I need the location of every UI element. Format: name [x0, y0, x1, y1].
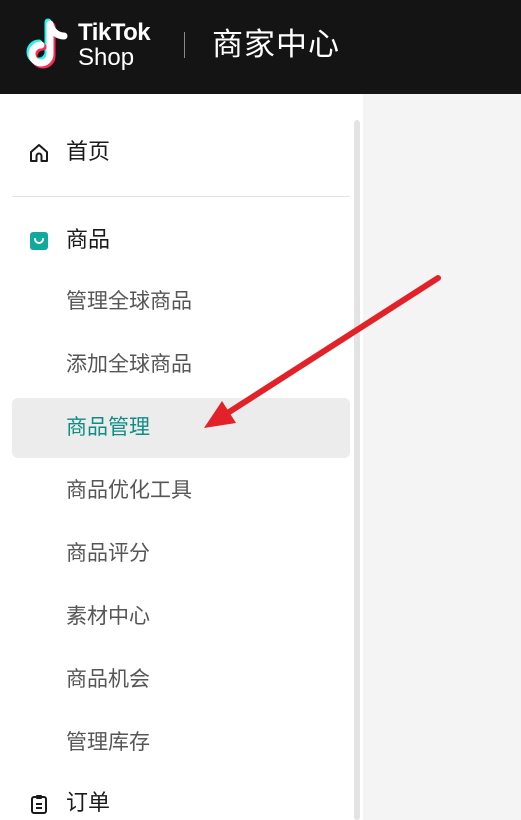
sidebar-item-material-center[interactable]: 素材中心: [12, 587, 350, 647]
sidebar-item-product-management[interactable]: 商品管理: [12, 398, 350, 458]
home-icon: [28, 142, 50, 164]
clipboard-icon: [28, 793, 50, 815]
sidebar-group-products-label: 商品: [66, 228, 111, 253]
sidebar-item-home-label: 首页: [66, 140, 111, 165]
sidebar-item-add-global-products[interactable]: 添加全球商品: [12, 335, 350, 395]
sidebar-item-home[interactable]: 首页: [12, 124, 350, 182]
sidebar-item-label: 商品评分: [66, 541, 150, 565]
sidebar-group-orders[interactable]: 订单: [12, 775, 350, 820]
page-title: 商家中心: [212, 27, 340, 63]
sidebar-item-label: 管理库存: [66, 730, 150, 754]
sidebar-item-label: 商品管理: [66, 415, 150, 439]
sidebar-group-products[interactable]: 商品: [12, 212, 350, 270]
header-divider: [184, 32, 185, 58]
sidebar-item-label: 添加全球商品: [66, 352, 192, 376]
sidebar-item-product-optimization-tools[interactable]: 商品优化工具: [12, 461, 350, 521]
sidebar-item-label: 商品优化工具: [66, 478, 192, 502]
tiktok-logo-icon: [26, 18, 68, 69]
sidebar-item-product-rating[interactable]: 商品评分: [12, 524, 350, 584]
sidebar-item-label: 管理全球商品: [66, 289, 192, 313]
nav-divider: [12, 196, 350, 197]
sidebar-item-manage-global-products[interactable]: 管理全球商品: [12, 272, 350, 332]
sidebar-scrollbar[interactable]: [354, 120, 360, 820]
sidebar-item-product-opportunities[interactable]: 商品机会: [12, 650, 350, 710]
shopping-bag-icon: [28, 230, 50, 252]
brand-logo-text: TikTok Shop: [78, 19, 151, 71]
sidebar-item-label: 素材中心: [66, 604, 150, 628]
brand-line-1: TikTok: [78, 19, 151, 46]
sidebar-item-label: 商品机会: [66, 667, 150, 691]
sidebar-group-orders-label: 订单: [66, 791, 111, 816]
brand-line-2: Shop: [78, 44, 135, 71]
main-content-area: [363, 94, 521, 820]
sidebar-item-manage-inventory[interactable]: 管理库存: [12, 713, 350, 773]
top-header: TikTok Shop 商家中心: [0, 0, 521, 94]
